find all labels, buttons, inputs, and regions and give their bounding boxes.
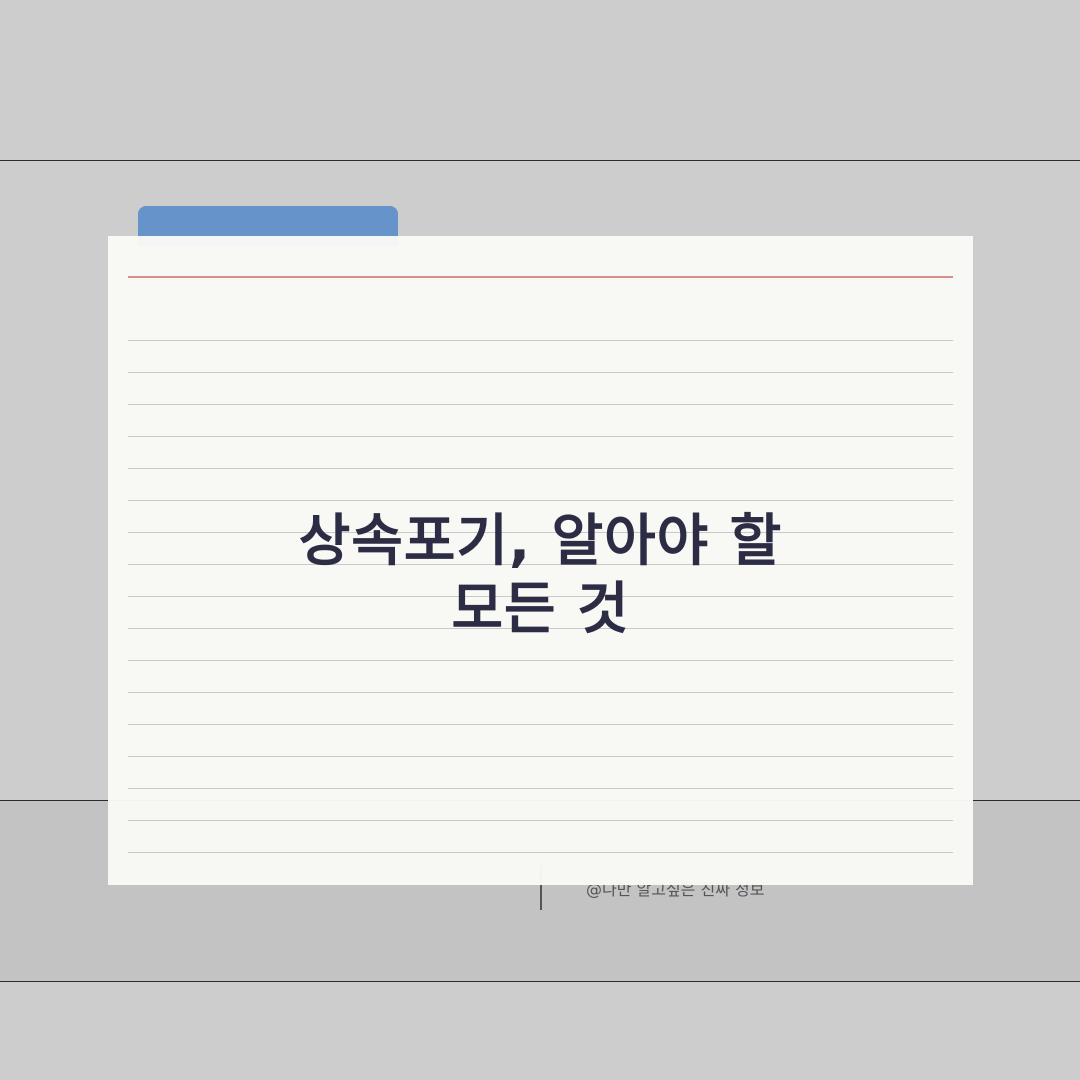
ruled-line bbox=[128, 788, 953, 789]
note-card: 상속포기, 알아야 할 모든 것 bbox=[108, 236, 973, 885]
title-line-1: 상속포기, 알아야 할 bbox=[298, 509, 783, 574]
ruled-line bbox=[128, 468, 953, 469]
ruled-line bbox=[128, 660, 953, 661]
ruled-line bbox=[128, 756, 953, 757]
ruled-line bbox=[128, 404, 953, 405]
ruled-line bbox=[128, 340, 953, 341]
ruled-line bbox=[128, 692, 953, 693]
card-header-line bbox=[128, 276, 953, 278]
ruled-line bbox=[128, 500, 953, 501]
bottom-band-bottom-line bbox=[0, 981, 1080, 982]
ruled-line bbox=[128, 820, 953, 821]
ruled-line bbox=[128, 372, 953, 373]
title-line-2: 모든 것 bbox=[451, 577, 630, 642]
page-title: 상속포기, 알아야 할 모든 것 bbox=[108, 508, 973, 644]
top-divider bbox=[0, 160, 1080, 161]
ruled-line bbox=[128, 724, 953, 725]
ruled-line bbox=[128, 852, 953, 853]
ruled-line bbox=[128, 436, 953, 437]
